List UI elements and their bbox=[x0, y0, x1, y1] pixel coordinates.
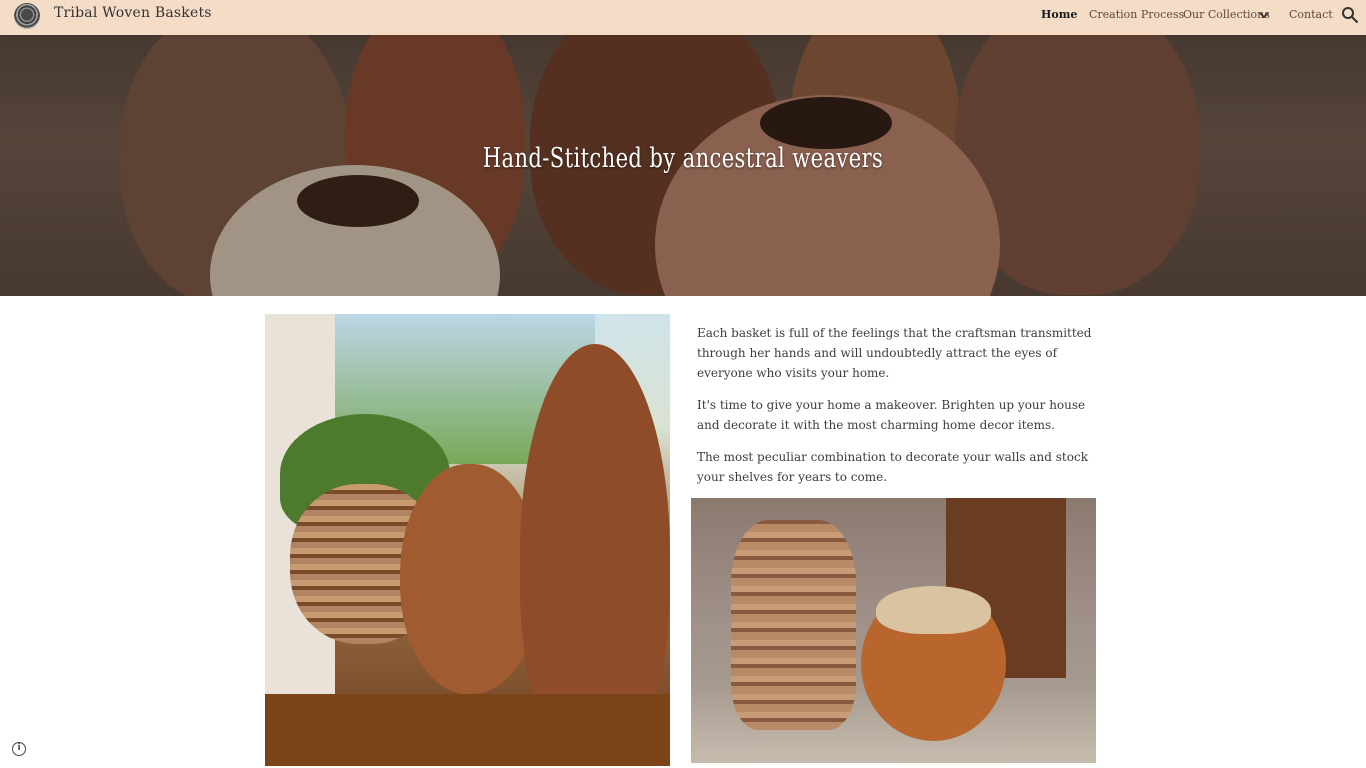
info-icon[interactable]: i bbox=[12, 742, 26, 756]
search-icon[interactable] bbox=[1341, 6, 1359, 24]
basket-and-vase-photo bbox=[691, 498, 1096, 763]
paragraph: It's time to give your home a makeover. … bbox=[697, 398, 1086, 432]
site-title[interactable]: Tribal Woven Baskets bbox=[54, 5, 212, 21]
hero-title: Hand-Stitched by ancestral weavers bbox=[482, 143, 884, 174]
paragraph: The most peculiar combination to decorat… bbox=[697, 450, 1088, 484]
woven-basket-logo-icon[interactable] bbox=[14, 3, 40, 29]
nav-contact[interactable]: Contact bbox=[1289, 8, 1333, 21]
intro-text: Each basket is full of the feelings that… bbox=[697, 323, 1092, 499]
nav-our-collections[interactable]: Our Collections bbox=[1183, 8, 1270, 21]
hero-banner: Hand-Stitched by ancestral weavers bbox=[0, 35, 1366, 296]
site-header: Tribal Woven Baskets Home Creation Proce… bbox=[0, 0, 1366, 35]
baskets-on-shelf-photo bbox=[265, 314, 670, 766]
nav-home[interactable]: Home bbox=[1041, 8, 1077, 21]
paragraph: Each basket is full of the feelings that… bbox=[697, 326, 1092, 380]
nav-creation-process[interactable]: Creation Process bbox=[1089, 8, 1184, 21]
chevron-down-icon[interactable] bbox=[1258, 9, 1270, 21]
